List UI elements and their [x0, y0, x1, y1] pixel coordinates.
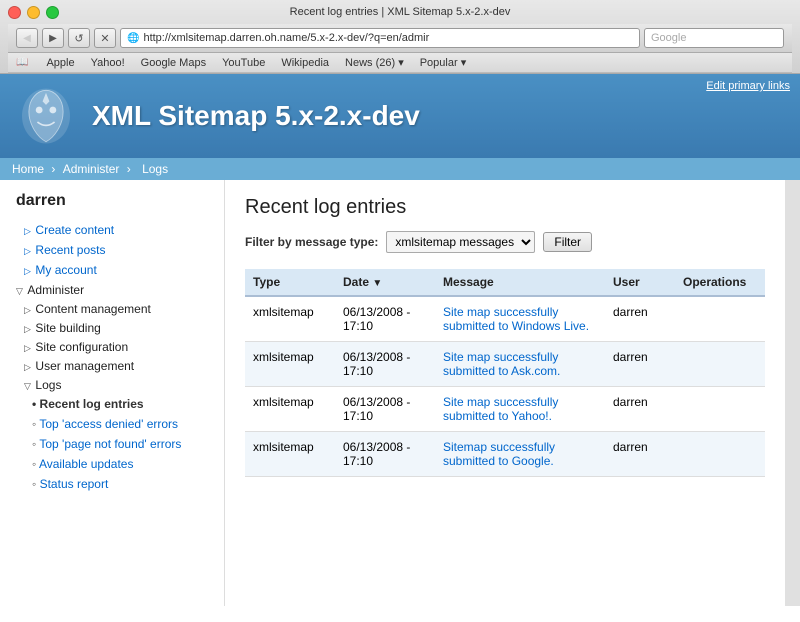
address-text: http://xmlsitemap.darren.oh.name/5.x-2.x… [143, 32, 633, 44]
row2-operations [675, 342, 765, 387]
row3-operations [675, 387, 765, 432]
sidebar-site-configuration[interactable]: Site configuration [0, 337, 224, 356]
bookmark-youtube[interactable]: YouTube [222, 57, 265, 69]
row4-message: Sitemap successfully submitted to Google… [435, 432, 605, 477]
back-button[interactable]: ◀ [16, 28, 38, 48]
sidebar-content-management[interactable]: Content management [0, 299, 224, 318]
site-title: XML Sitemap 5.x-2.x-dev [92, 100, 420, 132]
sidebar-logs[interactable]: Logs [0, 375, 224, 394]
breadcrumb-home[interactable]: Home [12, 162, 44, 176]
col-header-user: User [605, 269, 675, 296]
row3-type: xmlsitemap [245, 387, 335, 432]
sidebar-status-report[interactable]: Status report [0, 474, 224, 494]
row1-user: darren [605, 296, 675, 342]
close-button[interactable] [8, 6, 21, 19]
sidebar: darren Create content Recent posts My ac… [0, 180, 225, 606]
row1-message: Site map successfully submitted to Windo… [435, 296, 605, 342]
row1-date: 06/13/2008 - 17:10 [335, 296, 435, 342]
sidebar-username: darren [0, 192, 224, 220]
sidebar-my-account[interactable]: My account [0, 260, 224, 280]
row1-operations [675, 296, 765, 342]
window-chrome: Recent log entries | XML Sitemap 5.x-2.x… [0, 0, 800, 74]
stop-button[interactable]: ✕ [94, 28, 116, 48]
main-content: Recent log entries Filter by message typ… [225, 180, 785, 606]
page-wrapper: Edit primary links XML Sitemap 5.x-2.x-d… [0, 74, 800, 606]
row2-message-link[interactable]: Site map successfully submitted to Ask.c… [443, 350, 560, 378]
bookmark-popular[interactable]: Popular ▾ [420, 56, 467, 69]
row3-message: Site map successfully submitted to Yahoo… [435, 387, 605, 432]
table-body: xmlsitemap 06/13/2008 - 17:10 Site map s… [245, 296, 765, 477]
row4-type: xmlsitemap [245, 432, 335, 477]
page-heading: Recent log entries [245, 196, 765, 219]
bookmark-apple[interactable]: Apple [46, 57, 74, 69]
minimize-button[interactable] [27, 6, 40, 19]
row2-user: darren [605, 342, 675, 387]
col-header-message: Message [435, 269, 605, 296]
edit-primary-links[interactable]: Edit primary links [706, 80, 790, 92]
sidebar-recent-log-entries[interactable]: Recent log entries [0, 394, 224, 414]
bookmark-yahoo[interactable]: Yahoo! [91, 57, 125, 69]
sidebar-recent-posts[interactable]: Recent posts [0, 240, 224, 260]
bookmarks-icon: 📖 [16, 57, 28, 68]
table-row: xmlsitemap 06/13/2008 - 17:10 Site map s… [245, 296, 765, 342]
row3-date: 06/13/2008 - 17:10 [335, 387, 435, 432]
row4-message-link[interactable]: Sitemap successfully submitted to Google… [443, 440, 555, 468]
drupal-logo [16, 86, 76, 146]
maximize-button[interactable] [46, 6, 59, 19]
bookmarks-bar: 📖 Apple Yahoo! Google Maps YouTube Wikip… [8, 53, 792, 73]
table-header: Type Date ▼ Message User Operations [245, 269, 765, 296]
date-sort-arrow[interactable]: ▼ [372, 278, 382, 289]
content-area: darren Create content Recent posts My ac… [0, 180, 800, 606]
row3-message-link[interactable]: Site map successfully submitted to Yahoo… [443, 395, 558, 423]
col-header-type: Type [245, 269, 335, 296]
window-buttons[interactable] [8, 6, 59, 19]
col-header-date: Date ▼ [335, 269, 435, 296]
col-header-operations: Operations [675, 269, 765, 296]
bookmark-googlemaps[interactable]: Google Maps [141, 57, 206, 69]
row4-operations [675, 432, 765, 477]
row1-type: xmlsitemap [245, 296, 335, 342]
forward-button[interactable]: ▶ [42, 28, 64, 48]
row2-message: Site map successfully submitted to Ask.c… [435, 342, 605, 387]
table-row: xmlsitemap 06/13/2008 - 17:10 Site map s… [245, 387, 765, 432]
filter-label: Filter by message type: [245, 235, 378, 249]
sidebar-create-content[interactable]: Create content [0, 220, 224, 240]
row3-user: darren [605, 387, 675, 432]
row4-user: darren [605, 432, 675, 477]
refresh-button[interactable]: ↺ [68, 28, 90, 48]
bookmark-wikipedia[interactable]: Wikipedia [281, 57, 329, 69]
row4-date: 06/13/2008 - 17:10 [335, 432, 435, 477]
sidebar-page-not-found[interactable]: Top 'page not found' errors [0, 434, 224, 454]
filter-button[interactable]: Filter [543, 232, 592, 252]
filter-row: Filter by message type: xmlsitemap messa… [245, 231, 765, 253]
bookmark-news[interactable]: News (26) ▾ [345, 56, 404, 69]
sidebar-user-management[interactable]: User management [0, 356, 224, 375]
address-icon: 🌐 [127, 33, 139, 44]
header-inner: XML Sitemap 5.x-2.x-dev [0, 74, 800, 158]
sidebar-administer[interactable]: Administer [0, 280, 224, 299]
sidebar-available-updates[interactable]: Available updates [0, 454, 224, 474]
row2-date: 06/13/2008 - 17:10 [335, 342, 435, 387]
sidebar-site-building[interactable]: Site building [0, 318, 224, 337]
sidebar-access-denied[interactable]: Top 'access denied' errors [0, 414, 224, 434]
breadcrumb-administer[interactable]: Administer [63, 162, 120, 176]
filter-select[interactable]: xmlsitemap messages [386, 231, 535, 253]
address-bar[interactable]: 🌐 http://xmlsitemap.darren.oh.name/5.x-2… [120, 28, 640, 48]
search-placeholder: Google [651, 32, 686, 44]
toolbar: ◀ ▶ ↺ ✕ 🌐 http://xmlsitemap.darren.oh.na… [8, 24, 792, 53]
scrollbar[interactable] [785, 180, 800, 606]
row1-message-link[interactable]: Site map successfully submitted to Windo… [443, 305, 589, 333]
table-row: xmlsitemap 06/13/2008 - 17:10 Sitemap su… [245, 432, 765, 477]
breadcrumb: Home › Administer › Logs [0, 158, 800, 180]
site-header: Edit primary links XML Sitemap 5.x-2.x-d… [0, 74, 800, 158]
breadcrumb-current: Logs [142, 162, 168, 176]
table-row: xmlsitemap 06/13/2008 - 17:10 Site map s… [245, 342, 765, 387]
row2-type: xmlsitemap [245, 342, 335, 387]
title-bar: Recent log entries | XML Sitemap 5.x-2.x… [8, 6, 792, 24]
search-bar[interactable]: Google [644, 28, 784, 48]
window-title: Recent log entries | XML Sitemap 5.x-2.x… [290, 6, 511, 18]
log-table: Type Date ▼ Message User Operations xmls… [245, 269, 765, 477]
